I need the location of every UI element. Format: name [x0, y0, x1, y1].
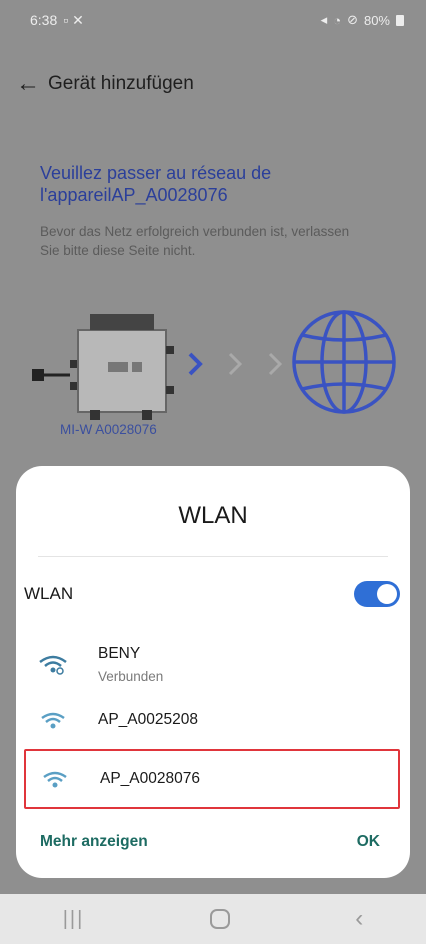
dialog-title: WLAN: [178, 502, 248, 529]
network-status: Verbunden: [98, 668, 164, 684]
battery-icon: [396, 14, 404, 26]
wlan-label: WLAN: [24, 584, 74, 603]
status-bar: 6:38 ▫ ✕ ◂ ◔ ⊘ 80%: [0, 0, 426, 40]
status-left: 6:38 ▫ ✕: [30, 12, 84, 29]
instruction-subtext: Bevor das Netz erfolgreich verbunden ist…: [40, 224, 350, 258]
globe-icon: [292, 310, 396, 414]
back-arrow-icon[interactable]: ←: [16, 72, 40, 96]
battery-percent: 80%: [363, 12, 390, 28]
divider: [38, 556, 388, 557]
instruction-headline: Veuillez passer au réseau de l'appareilA…: [40, 163, 272, 205]
more-button[interactable]: Mehr anzeigen: [40, 833, 148, 851]
wifi-icon: [41, 712, 65, 729]
wifi-icon: [39, 655, 67, 675]
page-title: Gerät hinzufügen: [48, 73, 194, 94]
home-icon[interactable]: [209, 909, 230, 929]
mute-icon: ◂: [320, 12, 328, 27]
inverter-icon: [32, 314, 174, 420]
wlan-toggle[interactable]: [354, 581, 400, 607]
wifi-icon: [43, 771, 67, 788]
ok-button[interactable]: OK: [357, 833, 380, 851]
wlan-dialog: WLAN WLAN BENY Verbunden AP_A0025208 AP_…: [16, 466, 410, 878]
network-item-beny[interactable]: BENY Verbunden: [24, 640, 400, 688]
app-bar: ← Gerät hinzufügen: [16, 62, 410, 106]
toggle-knob: [377, 584, 397, 604]
network-item-ap-a0025208[interactable]: AP_A0025208: [24, 706, 400, 734]
recent-apps-icon[interactable]: |||: [63, 908, 85, 931]
back-icon[interactable]: ‹: [355, 905, 363, 933]
wifi-status-icon: ◔: [333, 12, 342, 28]
network-item-ap-a0028076[interactable]: AP_A0028076: [24, 749, 400, 809]
alarm-icon: ⊘: [347, 12, 358, 27]
network-name: AP_A0025208: [98, 711, 198, 728]
wlan-toggle-row[interactable]: WLAN: [24, 576, 400, 612]
network-text: BENY Verbunden: [98, 645, 163, 684]
navigation-bar: ||| ‹: [0, 894, 426, 944]
device-label: MI-W A0028076: [60, 422, 157, 437]
status-right: ◂ ◔ ⊘ 80%: [321, 12, 404, 28]
network-name: BENY: [98, 644, 141, 662]
dialog-actions: Mehr anzeigen OK: [40, 828, 380, 856]
network-name: AP_A0028076: [100, 770, 200, 787]
notification-icons: ▫ ✕: [63, 11, 84, 28]
status-time: 6:38: [30, 12, 58, 28]
